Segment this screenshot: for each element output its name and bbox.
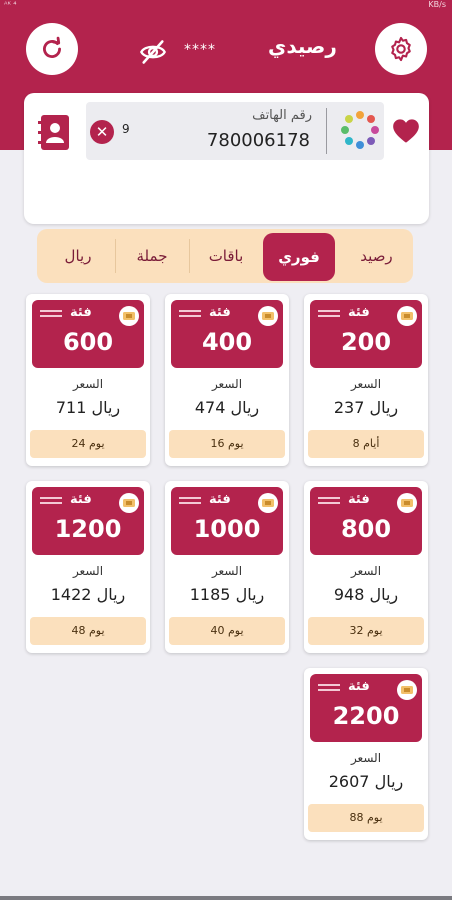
- menu-lines-icon: [318, 310, 340, 320]
- heart-icon: [393, 119, 419, 143]
- masked-balance: ****: [184, 42, 216, 58]
- category-tabs: رصيد فوري باقات جملة ريال: [37, 229, 413, 283]
- card-validity: 48 يوم: [30, 617, 146, 645]
- field-divider: [326, 108, 327, 154]
- card-amount: 1000: [193, 515, 261, 543]
- card-header: فئة 1200: [32, 487, 144, 555]
- card-category-label: فئة: [348, 679, 370, 694]
- card-header: فئة 200: [310, 300, 422, 368]
- menu-lines-icon: [318, 684, 340, 694]
- denomination-card[interactable]: فئة 600 السعر 711 ريال 24 يوم: [26, 294, 150, 466]
- eye-off-icon: [140, 40, 166, 64]
- contacts-button[interactable]: [38, 113, 72, 157]
- card-validity: 8 أيام: [308, 430, 424, 458]
- denomination-card[interactable]: فئة 400 السعر 474 ريال 16 يوم: [165, 294, 289, 466]
- favorite-button[interactable]: [392, 118, 420, 148]
- tab-packages[interactable]: باقات: [189, 229, 263, 283]
- card-category-label: فئة: [209, 492, 231, 507]
- denomination-card[interactable]: فئة 800 السعر 948 ريال 32 يوم: [304, 481, 428, 653]
- card-amount: 2200: [332, 702, 400, 730]
- tab-riyal[interactable]: ريال: [41, 229, 115, 283]
- card-header: فئة 800: [310, 487, 422, 555]
- refresh-button[interactable]: [26, 23, 78, 75]
- clear-button[interactable]: ✕: [90, 120, 114, 144]
- tab-balance[interactable]: رصيد: [340, 229, 413, 283]
- nav-bar: [0, 896, 452, 900]
- denomination-card[interactable]: فئة 1000 السعر 1185 ريال 40 يوم: [165, 481, 289, 653]
- menu-lines-icon: [40, 497, 62, 507]
- refresh-icon: [43, 36, 61, 58]
- card-price-label: السعر: [211, 377, 243, 391]
- gear-icon: [391, 36, 411, 62]
- sim-card-icon: [119, 493, 139, 513]
- page-title: رصيدي: [268, 34, 337, 58]
- operator-logo[interactable]: [338, 108, 382, 158]
- card-price: 474 ريال: [194, 398, 260, 417]
- card-price-label: السعر: [72, 564, 104, 578]
- card-category-label: فئة: [209, 305, 231, 320]
- card-price: 948 ريال: [333, 585, 399, 604]
- card-amount: 800: [340, 515, 392, 543]
- card-validity: 40 يوم: [169, 617, 285, 645]
- tab-instant[interactable]: فوري: [263, 233, 335, 281]
- card-price-label: السعر: [72, 377, 104, 391]
- card-category-label: فئة: [70, 305, 92, 320]
- sim-card-icon: [258, 493, 278, 513]
- phone-input[interactable]: 780006178: [207, 130, 310, 151]
- status-right: KB/s: [428, 0, 446, 9]
- phone-field[interactable]: ✕ 9 رقم الهاتف 780006178: [86, 102, 384, 160]
- phone-label: رقم الهاتف: [252, 108, 312, 123]
- contacts-icon: [38, 115, 69, 150]
- operator-logo-icon: [341, 111, 379, 149]
- card-price-label: السعر: [350, 564, 382, 578]
- sim-card-icon: [397, 680, 417, 700]
- card-price: 1422 ريال: [50, 585, 126, 604]
- card-category-label: فئة: [348, 492, 370, 507]
- sim-card-icon: [397, 306, 417, 326]
- card-header: فئة 1000: [171, 487, 283, 555]
- menu-lines-icon: [179, 497, 201, 507]
- card-category-label: فئة: [70, 492, 92, 507]
- settings-button[interactable]: [375, 23, 427, 75]
- denomination-card[interactable]: فئة 2200 السعر 2607 ريال 88 يوم: [304, 668, 428, 840]
- card-price: 2607 ريال: [328, 772, 404, 791]
- menu-lines-icon: [40, 310, 62, 320]
- card-category-label: فئة: [348, 305, 370, 320]
- card-amount: 400: [201, 328, 253, 356]
- card-validity: 32 يوم: [308, 617, 424, 645]
- card-validity: 16 يوم: [169, 430, 285, 458]
- sim-card-icon: [258, 306, 278, 326]
- toggle-visibility-button[interactable]: [138, 38, 168, 70]
- denomination-card[interactable]: فئة 1200 السعر 1422 ريال 48 يوم: [26, 481, 150, 653]
- card-header: فئة 400: [171, 300, 283, 368]
- menu-lines-icon: [179, 310, 201, 320]
- card-price: 711 ريال: [55, 398, 121, 417]
- sim-card-icon: [119, 306, 139, 326]
- tab-bulk[interactable]: جملة: [115, 229, 189, 283]
- card-amount: 1200: [54, 515, 122, 543]
- card-validity: 24 يوم: [30, 430, 146, 458]
- card-price: 237 ريال: [333, 398, 399, 417]
- card-header: فئة 600: [32, 300, 144, 368]
- status-bar: ᴬᴷ ⁴ KB/s: [0, 0, 452, 12]
- card-header: فئة 2200: [310, 674, 422, 742]
- sim-card-icon: [397, 493, 417, 513]
- card-price-label: السعر: [211, 564, 243, 578]
- status-left: ᴬᴷ ⁴: [4, 0, 17, 9]
- digit-count: 9: [122, 122, 130, 136]
- card-price-label: السعر: [350, 751, 382, 765]
- card-amount: 600: [62, 328, 114, 356]
- menu-lines-icon: [318, 497, 340, 507]
- close-icon: ✕: [95, 123, 109, 141]
- card-validity: 88 يوم: [308, 804, 424, 832]
- card-amount: 200: [340, 328, 392, 356]
- card-price-label: السعر: [350, 377, 382, 391]
- card-price: 1185 ريال: [189, 585, 265, 604]
- denomination-card[interactable]: فئة 200 السعر 237 ريال 8 أيام: [304, 294, 428, 466]
